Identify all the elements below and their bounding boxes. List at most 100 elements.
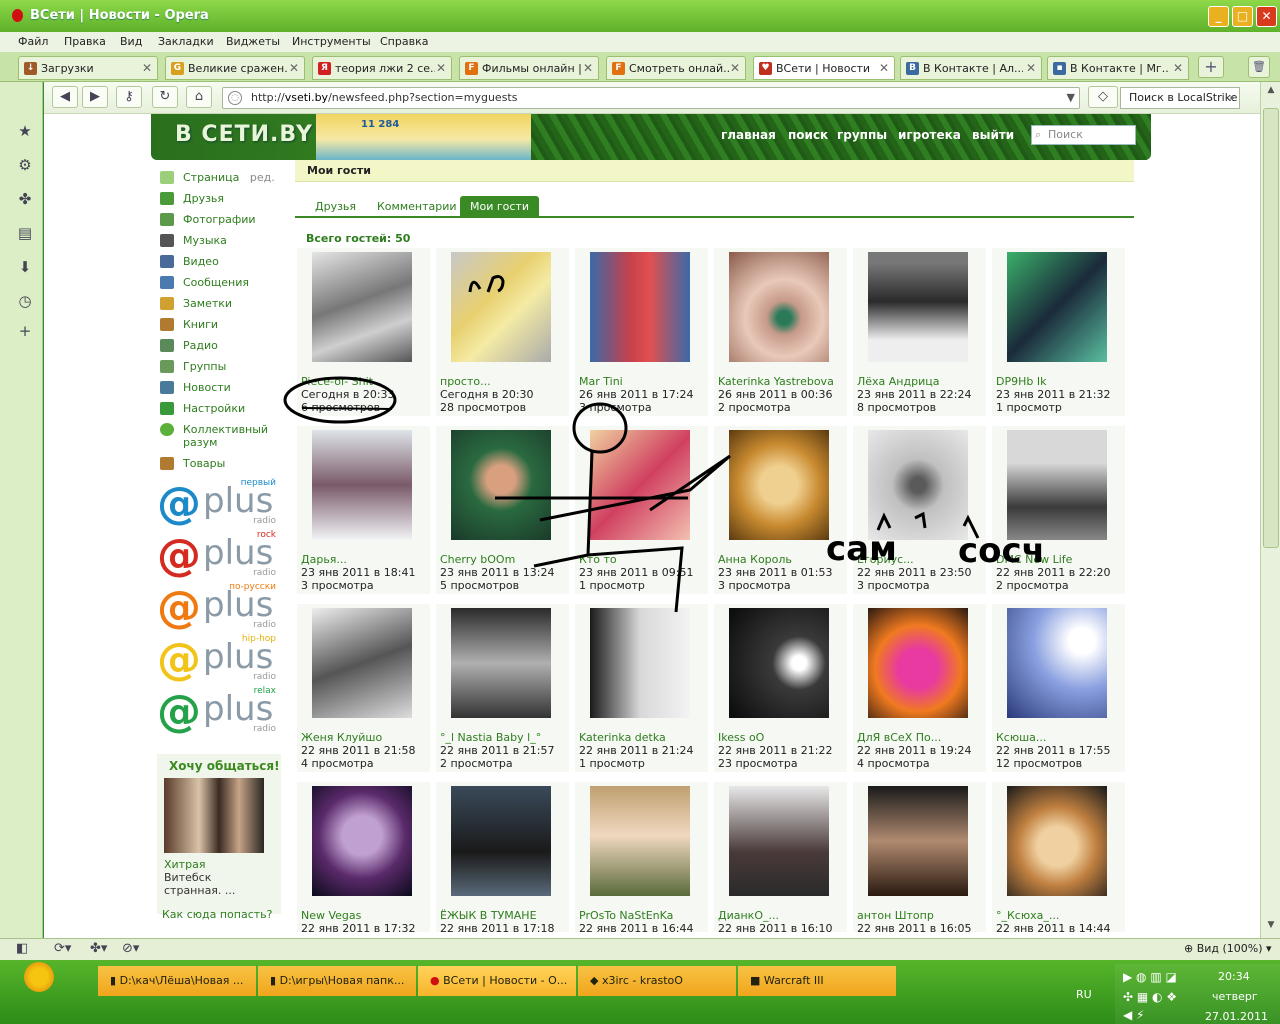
tab-films[interactable]: F Фильмы онлайн |... ✕ [459, 56, 599, 80]
wand-icon[interactable]: ⚷ [116, 86, 142, 108]
guest-photo[interactable] [729, 608, 829, 718]
guest-photo[interactable] [451, 430, 551, 540]
guest-photo[interactable] [590, 252, 690, 362]
tab-watch[interactable]: F Смотреть онлай... ✕ [606, 56, 746, 80]
menu-file[interactable]: Файл [18, 35, 48, 48]
tab-vk-2[interactable]: ▪ В Контакте | Мг... ✕ [1047, 56, 1189, 80]
turbo-icon[interactable]: ⊘▾ [122, 941, 139, 956]
back-button[interactable]: ◀ [52, 86, 78, 108]
nav-search[interactable]: поиск [788, 128, 828, 142]
guest-card[interactable]: Анна Король 23 янв 2011 в 01:53 3 просмотр… [714, 426, 847, 594]
menu-widgets[interactable]: Виджеты [226, 35, 280, 48]
guest-photo[interactable] [1007, 430, 1107, 540]
tab-downloads[interactable]: ↓ Загрузки ✕ [18, 56, 158, 80]
guest-card[interactable]: New Vegas 22 янв 2011 в 17:32 [297, 782, 430, 935]
bookmarks-icon[interactable]: ★ [16, 122, 34, 140]
home-button[interactable]: ⌂ [186, 86, 212, 108]
unite-icon[interactable]: ✤ [16, 190, 34, 208]
start-flower-icon[interactable] [24, 962, 54, 992]
guest-photo[interactable] [590, 430, 690, 540]
guest-photo[interactable] [868, 608, 968, 718]
chevron-down-icon[interactable]: ▼ [1067, 88, 1075, 108]
guest-name[interactable]: ЁЖЫК В ТУМАНЕ [440, 909, 568, 922]
unite-status-icon[interactable]: ✤▾ [90, 941, 107, 956]
menu-view[interactable]: Вид [120, 35, 142, 48]
search-icon[interactable]: ⌕ [1229, 88, 1235, 108]
guest-name[interactable]: DMC New Life [996, 553, 1124, 566]
guest-name[interactable]: просто... [440, 375, 568, 388]
guest-photo[interactable] [451, 608, 551, 718]
guest-name[interactable]: Ikess oO [718, 731, 846, 744]
guest-name[interactable]: Katerinka detka [579, 731, 707, 744]
add-panel-icon[interactable]: + [16, 322, 34, 340]
sync-icon[interactable]: ⟳▾ [54, 941, 71, 956]
guest-card[interactable]: Ikess oO 22 янв 2011 в 21:22 23 просмотра [714, 604, 847, 772]
radio-plus-rock[interactable]: @ plus rock radio [157, 530, 282, 580]
nav-games[interactable]: игротека [898, 128, 961, 142]
guest-name[interactable]: Женя Клуйшо [301, 731, 429, 744]
tray-network-icon[interactable]: ✣ ▦ ◐ ❖ [1123, 990, 1177, 1004]
guest-card[interactable]: просто... Сегодня в 20:30 28 просмотров [436, 248, 569, 416]
search-engine-icon[interactable]: ◇ [1088, 86, 1118, 108]
tab-theory[interactable]: Я теория лжи 2 се... ✕ [312, 56, 452, 80]
close-tab-icon[interactable]: ✕ [142, 61, 152, 75]
taskbar-item-irc[interactable]: ◆ x3irc - krastoO [578, 966, 736, 996]
trash-icon[interactable]: 🗑 [1248, 56, 1270, 78]
tab-my-guests[interactable]: Мои гости [460, 196, 539, 218]
close-tab-icon[interactable]: ✕ [730, 61, 740, 75]
promo-photo[interactable] [164, 778, 264, 853]
radio-plus-russian[interactable]: @ plus по-русски radio [157, 582, 282, 632]
guest-name[interactable]: PrOsTo NaStEnKa [579, 909, 707, 922]
history-icon[interactable]: ◷ [16, 292, 34, 310]
guest-name[interactable]: Katerinka Yastrebova [718, 375, 846, 388]
guest-name[interactable]: °_l Nastia Baby l_° [440, 731, 568, 744]
guest-name[interactable]: Дарья... [301, 553, 429, 566]
tab-battles[interactable]: G Великие сражен... ✕ [165, 56, 305, 80]
downloads-icon[interactable]: ⬇ [16, 258, 34, 276]
promo-name[interactable]: Хитрая [164, 858, 205, 871]
maximize-button[interactable]: □ [1232, 6, 1253, 27]
widgets-icon[interactable]: ⚙ [16, 156, 34, 174]
guest-card[interactable]: PrOsTo NaStEnKa 22 янв 2011 в 16:44 [575, 782, 708, 935]
guest-photo[interactable] [1007, 786, 1107, 896]
tab-comments[interactable]: Комментарии [367, 196, 467, 218]
guest-photo[interactable] [590, 608, 690, 718]
panel-toggle-icon[interactable]: ◧ [16, 941, 28, 956]
guest-card[interactable]: Женя Клуйшо 22 янв 2011 в 21:58 4 просмотр… [297, 604, 430, 772]
guest-name[interactable]: антон Штопр [857, 909, 985, 922]
guest-name[interactable]: Кто то [579, 553, 707, 566]
guest-name[interactable]: ДлЯ вСеХ По... [857, 731, 985, 744]
nav-home[interactable]: главная [721, 128, 776, 142]
guest-photo[interactable] [729, 430, 829, 540]
close-tab-icon[interactable]: ✕ [436, 61, 446, 75]
close-tab-icon[interactable]: ✕ [1026, 61, 1036, 75]
guest-photo[interactable] [590, 786, 690, 896]
guest-photo[interactable] [312, 252, 412, 362]
guest-card[interactable]: ДлЯ вСеХ По... 22 янв 2011 в 19:24 4 просм… [853, 604, 986, 772]
guest-photo[interactable] [1007, 252, 1107, 362]
tray-media-icon[interactable]: ▶ ◍ ▥ ◪ [1123, 970, 1177, 984]
guest-card[interactable]: Piece-of- Shit Сегодня в 20:33 6 просмотро… [297, 248, 430, 416]
taskbar-item-folder-2[interactable]: ▮ D:\игры\Новая папк... [258, 966, 416, 996]
tab-vk-1[interactable]: B В Контакте | Ал... ✕ [900, 56, 1042, 80]
address-bar[interactable]: ◌ http://vseti.by/newsfeed.php?section=m… [222, 87, 1080, 109]
guest-name[interactable]: Mar Tini [579, 375, 707, 388]
scroll-down-icon[interactable]: ▼ [1264, 920, 1278, 934]
guest-card[interactable]: °_l Nastia Baby l_° 22 янв 2011 в 21:57 2 … [436, 604, 569, 772]
close-window-button[interactable]: ✕ [1256, 6, 1277, 27]
guest-card[interactable]: DMC New Life 22 янв 2011 в 22:20 2 просмот… [992, 426, 1125, 594]
radio-plus-first[interactable]: @ plus первый radio [157, 478, 282, 528]
guest-card[interactable]: Ксюша... 22 янв 2011 в 17:55 12 просмотров [992, 604, 1125, 772]
menu-bookmarks[interactable]: Закладки [158, 35, 214, 48]
guest-card[interactable]: Katerinka detka 22 янв 2011 в 21:24 1 прос… [575, 604, 708, 772]
guest-name[interactable]: Егориус... [857, 553, 985, 566]
edit-link[interactable]: ред. [250, 171, 275, 184]
guest-photo[interactable] [868, 430, 968, 540]
tray-volume-icon[interactable]: ◀ ⚡ [1123, 1008, 1144, 1022]
guest-photo[interactable] [451, 786, 551, 896]
guest-card[interactable]: Лёха Андрица 23 янв 2011 в 22:24 8 просмот… [853, 248, 986, 416]
forward-button[interactable]: ▶ [82, 86, 108, 108]
clock-time[interactable]: 20:34 [1218, 970, 1250, 983]
close-tab-icon[interactable]: ✕ [289, 61, 299, 75]
guest-photo[interactable] [312, 608, 412, 718]
